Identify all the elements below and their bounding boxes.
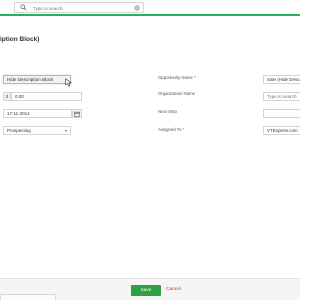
top-bar: [0, 0, 300, 14]
opportunity-name-value: Sale (Hide Descri: [267, 77, 300, 82]
assigned-to-value: VTExperts.com: [267, 128, 298, 133]
close-date-input[interactable]: 17-11-2014: [3, 109, 72, 118]
page-title: iption Block): [0, 36, 40, 43]
cursor-pointer-icon: [65, 78, 72, 87]
next-step-input[interactable]: [263, 109, 300, 118]
currency-symbol-text: $: [5, 94, 9, 99]
organization-placeholder: Type to search: [267, 94, 297, 99]
amount-input[interactable]: 0.00: [11, 92, 82, 101]
description-block-select[interactable]: Hide Description Block: [3, 75, 71, 84]
organization-name-input[interactable]: Type to search: [263, 92, 300, 101]
search-icon: [20, 4, 27, 11]
description-select-value: Hide Description Block: [7, 77, 54, 82]
header-accent-line: [0, 14, 300, 16]
save-button[interactable]: Save: [131, 285, 161, 296]
currency-symbol: $: [3, 92, 11, 101]
required-marker: *: [182, 127, 185, 132]
calendar-icon: [74, 111, 80, 117]
bottom-tab[interactable]: [0, 294, 56, 300]
required-marker: *: [194, 75, 196, 80]
calendar-button[interactable]: [72, 109, 82, 118]
sales-stage-dropdown[interactable]: Prospecting: [3, 126, 71, 135]
search-input[interactable]: [33, 4, 133, 12]
assigned-to-dropdown[interactable]: VTExperts.com: [263, 126, 300, 135]
global-search[interactable]: [14, 2, 144, 13]
close-date-value: 17-11-2014: [7, 111, 30, 116]
opportunity-name-input[interactable]: Sale (Hide Descri: [263, 75, 300, 84]
opportunity-name-label: Opportunity Name *: [158, 75, 196, 80]
organization-name-label: Organization Name: [158, 91, 196, 96]
next-step-label: Next Step: [158, 109, 177, 114]
cancel-link[interactable]: Cancel: [166, 287, 181, 292]
amount-value: 0.00: [15, 94, 24, 99]
assigned-to-label: Assigned To *: [158, 127, 185, 132]
chevron-down-icon: [65, 129, 67, 132]
advanced-search-icon[interactable]: [134, 5, 140, 11]
sales-stage-value: Prospecting: [7, 128, 31, 133]
